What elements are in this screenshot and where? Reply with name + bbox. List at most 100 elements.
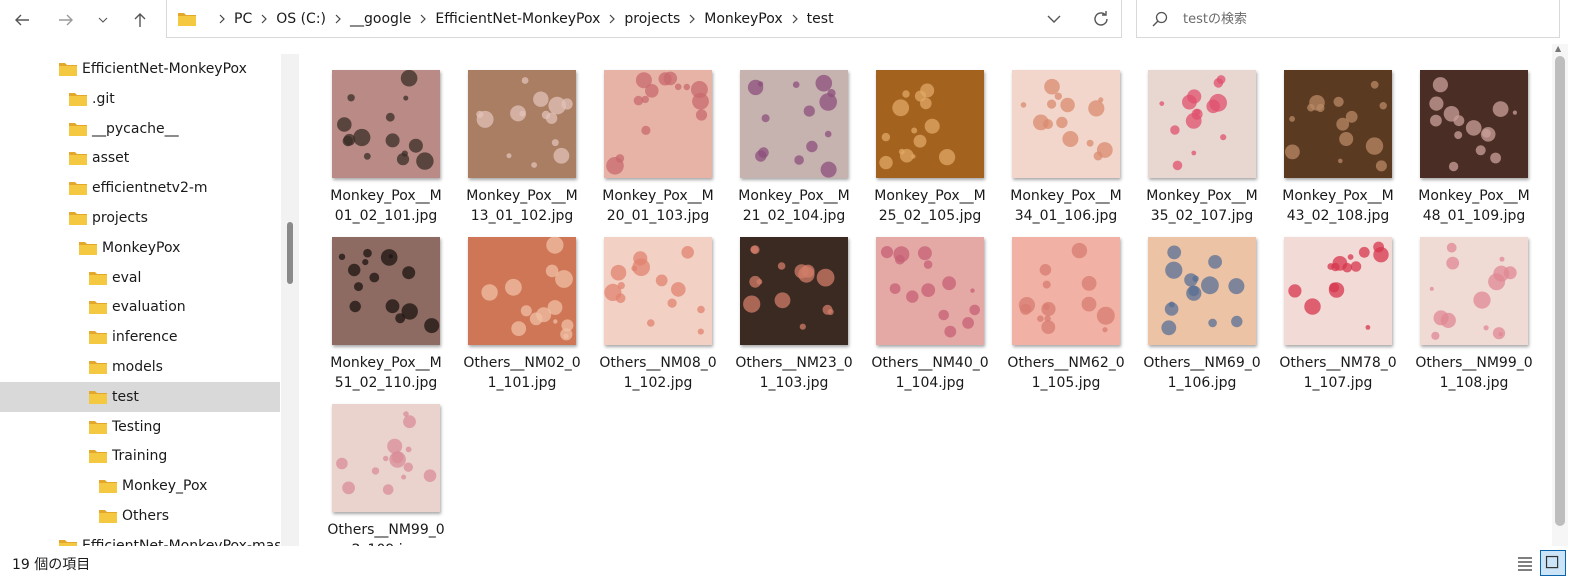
file-item[interactable]: Others__NM99_0 1_108.jpg <box>1388 211 1533 391</box>
nav-item-eval[interactable]: eval <box>0 263 280 293</box>
file-name-line-1: Others__NM02_0 <box>463 355 581 371</box>
image-thumbnail <box>876 70 984 178</box>
refresh-icon[interactable] <box>1091 9 1111 29</box>
large-icons-view-button[interactable] <box>1540 550 1566 576</box>
nav-item-label: efficientnetv2-m <box>92 180 208 197</box>
file-item[interactable]: Others__NM40_0 1_104.jpg <box>844 211 989 391</box>
nav-item-label: .git <box>92 90 115 107</box>
nav-item-inference[interactable]: inference <box>0 322 280 352</box>
nav-item-evaluation[interactable]: evaluation <box>0 292 280 322</box>
nav-item-label: evaluation <box>112 299 186 316</box>
breadcrumb-separator-icon <box>786 14 804 24</box>
nav-item-projects[interactable]: projects <box>0 203 280 233</box>
nav-item-pycache[interactable]: __pycache__ <box>0 114 280 144</box>
file-name-line-1: Others__NM08_0 <box>599 355 717 371</box>
up-button[interactable] <box>126 6 154 34</box>
thumbnail-image <box>468 237 576 345</box>
nav-item-monkey-pox[interactable]: Monkey_Pox <box>0 471 280 501</box>
nav-item-others[interactable]: Others <box>0 501 280 531</box>
scroll-up-arrow-icon[interactable]: ▲ <box>1555 44 1561 53</box>
file-item[interactable]: Monkey_Pox__M 34_01_106.jpg <box>980 44 1122 224</box>
file-name: Others__NM78_0 1_107.jpg <box>1276 353 1400 393</box>
breadcrumb-drive[interactable]: OS (C:) <box>273 11 329 27</box>
folder-icon <box>89 301 107 315</box>
folder-icon <box>79 241 97 255</box>
nav-item-label: Training <box>112 448 168 465</box>
thumbnail-image <box>1284 237 1392 345</box>
search-box[interactable] <box>1136 0 1560 38</box>
nav-item-asset[interactable]: asset <box>0 143 280 173</box>
file-name: Others__NM99_0 1_108.jpg <box>1412 353 1536 393</box>
scrollbar-thumb[interactable] <box>1555 56 1565 526</box>
thumbnail-image <box>604 70 712 178</box>
nav-item-training[interactable]: Training <box>0 441 280 471</box>
file-item[interactable]: Others__NM62_0 1_105.jpg <box>980 211 1125 391</box>
file-list-scrollbar[interactable]: ▲ <box>1552 44 1568 546</box>
folder-icon <box>89 271 107 285</box>
details-view-icon[interactable] <box>1514 554 1536 574</box>
address-bar[interactable]: PC OS (C:) __google EfficientNet-MonkeyP… <box>166 0 1122 38</box>
back-button[interactable] <box>8 6 36 34</box>
file-item[interactable]: Others__NM69_0 1_106.jpg <box>1116 211 1261 391</box>
breadcrumb-efficientnet[interactable]: EfficientNet-MonkeyPox <box>432 11 603 27</box>
nav-item-monkeypox[interactable]: MonkeyPox <box>0 233 280 263</box>
file-item[interactable]: Monkey_Pox__M 43_02_108.jpg <box>1252 44 1394 224</box>
image-thumbnail <box>1148 70 1256 178</box>
file-item[interactable]: Monkey_Pox__M 01_02_101.jpg <box>300 44 442 224</box>
nav-item-efficientnetv2-m[interactable]: efficientnetv2-m <box>0 173 280 203</box>
file-item[interactable]: Others__NM23_0 1_103.jpg <box>708 211 853 391</box>
breadcrumb-pc[interactable]: PC <box>231 11 255 27</box>
toolbar: PC OS (C:) __google EfficientNet-MonkeyP… <box>0 0 1580 40</box>
nav-item-efficientnet-monkeypox[interactable]: EfficientNet-MonkeyPox <box>0 54 280 84</box>
breadcrumb: PC OS (C:) __google EfficientNet-MonkeyP… <box>213 0 837 38</box>
file-item[interactable]: Monkey_Pox__M 21_02_104.jpg <box>708 44 850 224</box>
thumbnail-image <box>332 237 440 345</box>
file-item[interactable]: Monkey_Pox__M 20_01_103.jpg <box>572 44 714 224</box>
nav-item-efficientnet-monkeypox-master[interactable]: EfficientNet-MonkeyPox-master <box>0 531 280 546</box>
file-name-line-2: 1_103.jpg <box>759 375 829 391</box>
nav-item-testing[interactable]: Testing <box>0 412 280 442</box>
image-thumbnail <box>1420 237 1528 345</box>
image-thumbnail <box>740 70 848 178</box>
breadcrumb-separator-icon <box>329 14 347 24</box>
thumbnail-image <box>332 70 440 178</box>
folder-icon <box>89 450 107 464</box>
breadcrumb-projects[interactable]: projects <box>621 11 683 27</box>
forward-button[interactable] <box>52 6 80 34</box>
thumbnail-image <box>740 237 848 345</box>
thumbnail-image <box>468 70 576 178</box>
file-name-line-1: Others__NM69_0 <box>1143 355 1261 371</box>
image-thumbnail <box>468 237 576 345</box>
recent-locations-button[interactable] <box>90 6 116 34</box>
image-thumbnail <box>604 237 712 345</box>
file-item[interactable]: Others__NM99_0 2_109.jpg <box>300 378 445 546</box>
breadcrumb-separator-icon <box>255 14 273 24</box>
nav-item-models[interactable]: models <box>0 352 280 382</box>
file-item[interactable]: Monkey_Pox__M 48_01_109.jpg <box>1388 44 1530 224</box>
file-item[interactable]: Others__NM78_0 1_107.jpg <box>1252 211 1397 391</box>
file-item[interactable]: Others__NM08_0 1_102.jpg <box>572 211 717 391</box>
file-item[interactable]: Monkey_Pox__M 51_02_110.jpg <box>300 211 442 391</box>
navigation-pane-scrollbar[interactable] <box>281 54 299 546</box>
file-item[interactable]: Monkey_Pox__M 13_01_102.jpg <box>436 44 578 224</box>
file-item[interactable]: Monkey_Pox__M 35_02_107.jpg <box>1116 44 1258 224</box>
file-item[interactable]: Monkey_Pox__M 25_02_105.jpg <box>844 44 986 224</box>
nav-item-label: Others <box>122 508 170 524</box>
folder-icon <box>59 63 77 76</box>
file-name-line-1: Monkey_Pox__M <box>1010 188 1122 204</box>
breadcrumb-monkeypox[interactable]: MonkeyPox <box>701 11 785 27</box>
file-name-line-1: Others__NM78_0 <box>1279 355 1397 371</box>
image-thumbnail <box>1284 70 1392 178</box>
file-item[interactable]: Others__NM02_0 1_101.jpg <box>436 211 581 391</box>
breadcrumb-google[interactable]: __google <box>347 11 414 27</box>
file-name: Others__NM69_0 1_106.jpg <box>1140 353 1264 393</box>
file-name-line-1: Monkey_Pox__M <box>602 188 714 204</box>
nav-item-test[interactable]: test <box>0 381 280 412</box>
nav-item-git[interactable]: .git <box>0 84 280 114</box>
breadcrumb-test[interactable]: test <box>804 11 837 27</box>
address-history-chevron-icon[interactable] <box>1045 10 1063 28</box>
nav-item-label: eval <box>112 269 142 286</box>
search-input[interactable] <box>1183 8 1543 30</box>
scrollbar-thumb[interactable] <box>287 222 293 284</box>
nav-item-label: test <box>112 388 139 405</box>
